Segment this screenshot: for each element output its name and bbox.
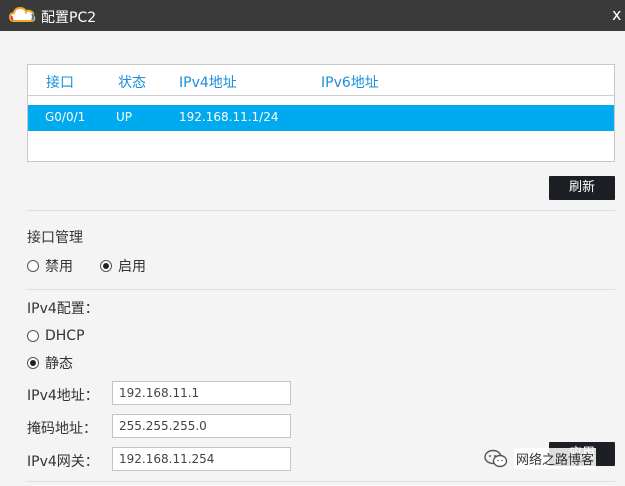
refresh-button[interactable]: 刷新: [549, 176, 615, 200]
radio-disable-label: 禁用: [45, 259, 73, 275]
column-header-ipv6: IPv6地址: [321, 75, 379, 91]
close-button[interactable]: x: [612, 5, 625, 25]
wechat-icon: [484, 449, 508, 467]
radio-enable[interactable]: 启用: [100, 256, 146, 276]
table-header: 接口 状态 IPv4地址 IPv6地址: [28, 65, 614, 96]
radio-disable[interactable]: 禁用: [27, 256, 73, 276]
radio-static-circle[interactable]: [27, 357, 39, 369]
radio-static-label: 静态: [45, 356, 73, 372]
subnet-mask-input[interactable]: [112, 414, 291, 438]
radio-static[interactable]: 静态: [27, 353, 73, 373]
title-bar: 配置PC2 x: [0, 0, 625, 31]
divider: [27, 289, 615, 290]
window-title: 配置PC2: [41, 10, 97, 26]
divider: [27, 481, 615, 482]
radio-enable-circle[interactable]: [100, 260, 112, 272]
apply-button[interactable]: 应用: [549, 442, 615, 466]
ipv4-address-label: IPv4地址：: [27, 388, 99, 404]
subnet-mask-label: 掩码地址：: [27, 421, 97, 437]
interface-table: 接口 状态 IPv4地址 IPv6地址 G0/0/1 UP 192.168.11…: [27, 64, 615, 162]
gateway-label: IPv4网关：: [27, 454, 99, 470]
column-header-ipv4: IPv4地址: [179, 75, 237, 91]
cell-ipv4: 192.168.11.1/24: [179, 110, 279, 124]
interface-management-label: 接口管理: [27, 230, 83, 246]
ipv4-address-input[interactable]: [112, 381, 291, 405]
cloud-icon: [8, 6, 36, 22]
cell-status: UP: [116, 110, 133, 124]
gateway-input[interactable]: [112, 447, 291, 471]
ipv4-config-label: IPv4配置：: [27, 301, 99, 317]
column-header-interface: 接口: [46, 75, 74, 91]
divider: [27, 210, 615, 211]
cell-interface: G0/0/1: [45, 110, 86, 124]
table-row[interactable]: G0/0/1 UP 192.168.11.1/24: [28, 105, 614, 131]
radio-enable-label: 启用: [118, 259, 146, 275]
radio-disable-circle[interactable]: [27, 260, 39, 272]
radio-dhcp-label: DHCP: [45, 328, 85, 344]
radio-dhcp-circle[interactable]: [27, 330, 39, 342]
radio-dhcp[interactable]: DHCP: [27, 328, 85, 344]
column-header-status: 状态: [118, 75, 146, 91]
